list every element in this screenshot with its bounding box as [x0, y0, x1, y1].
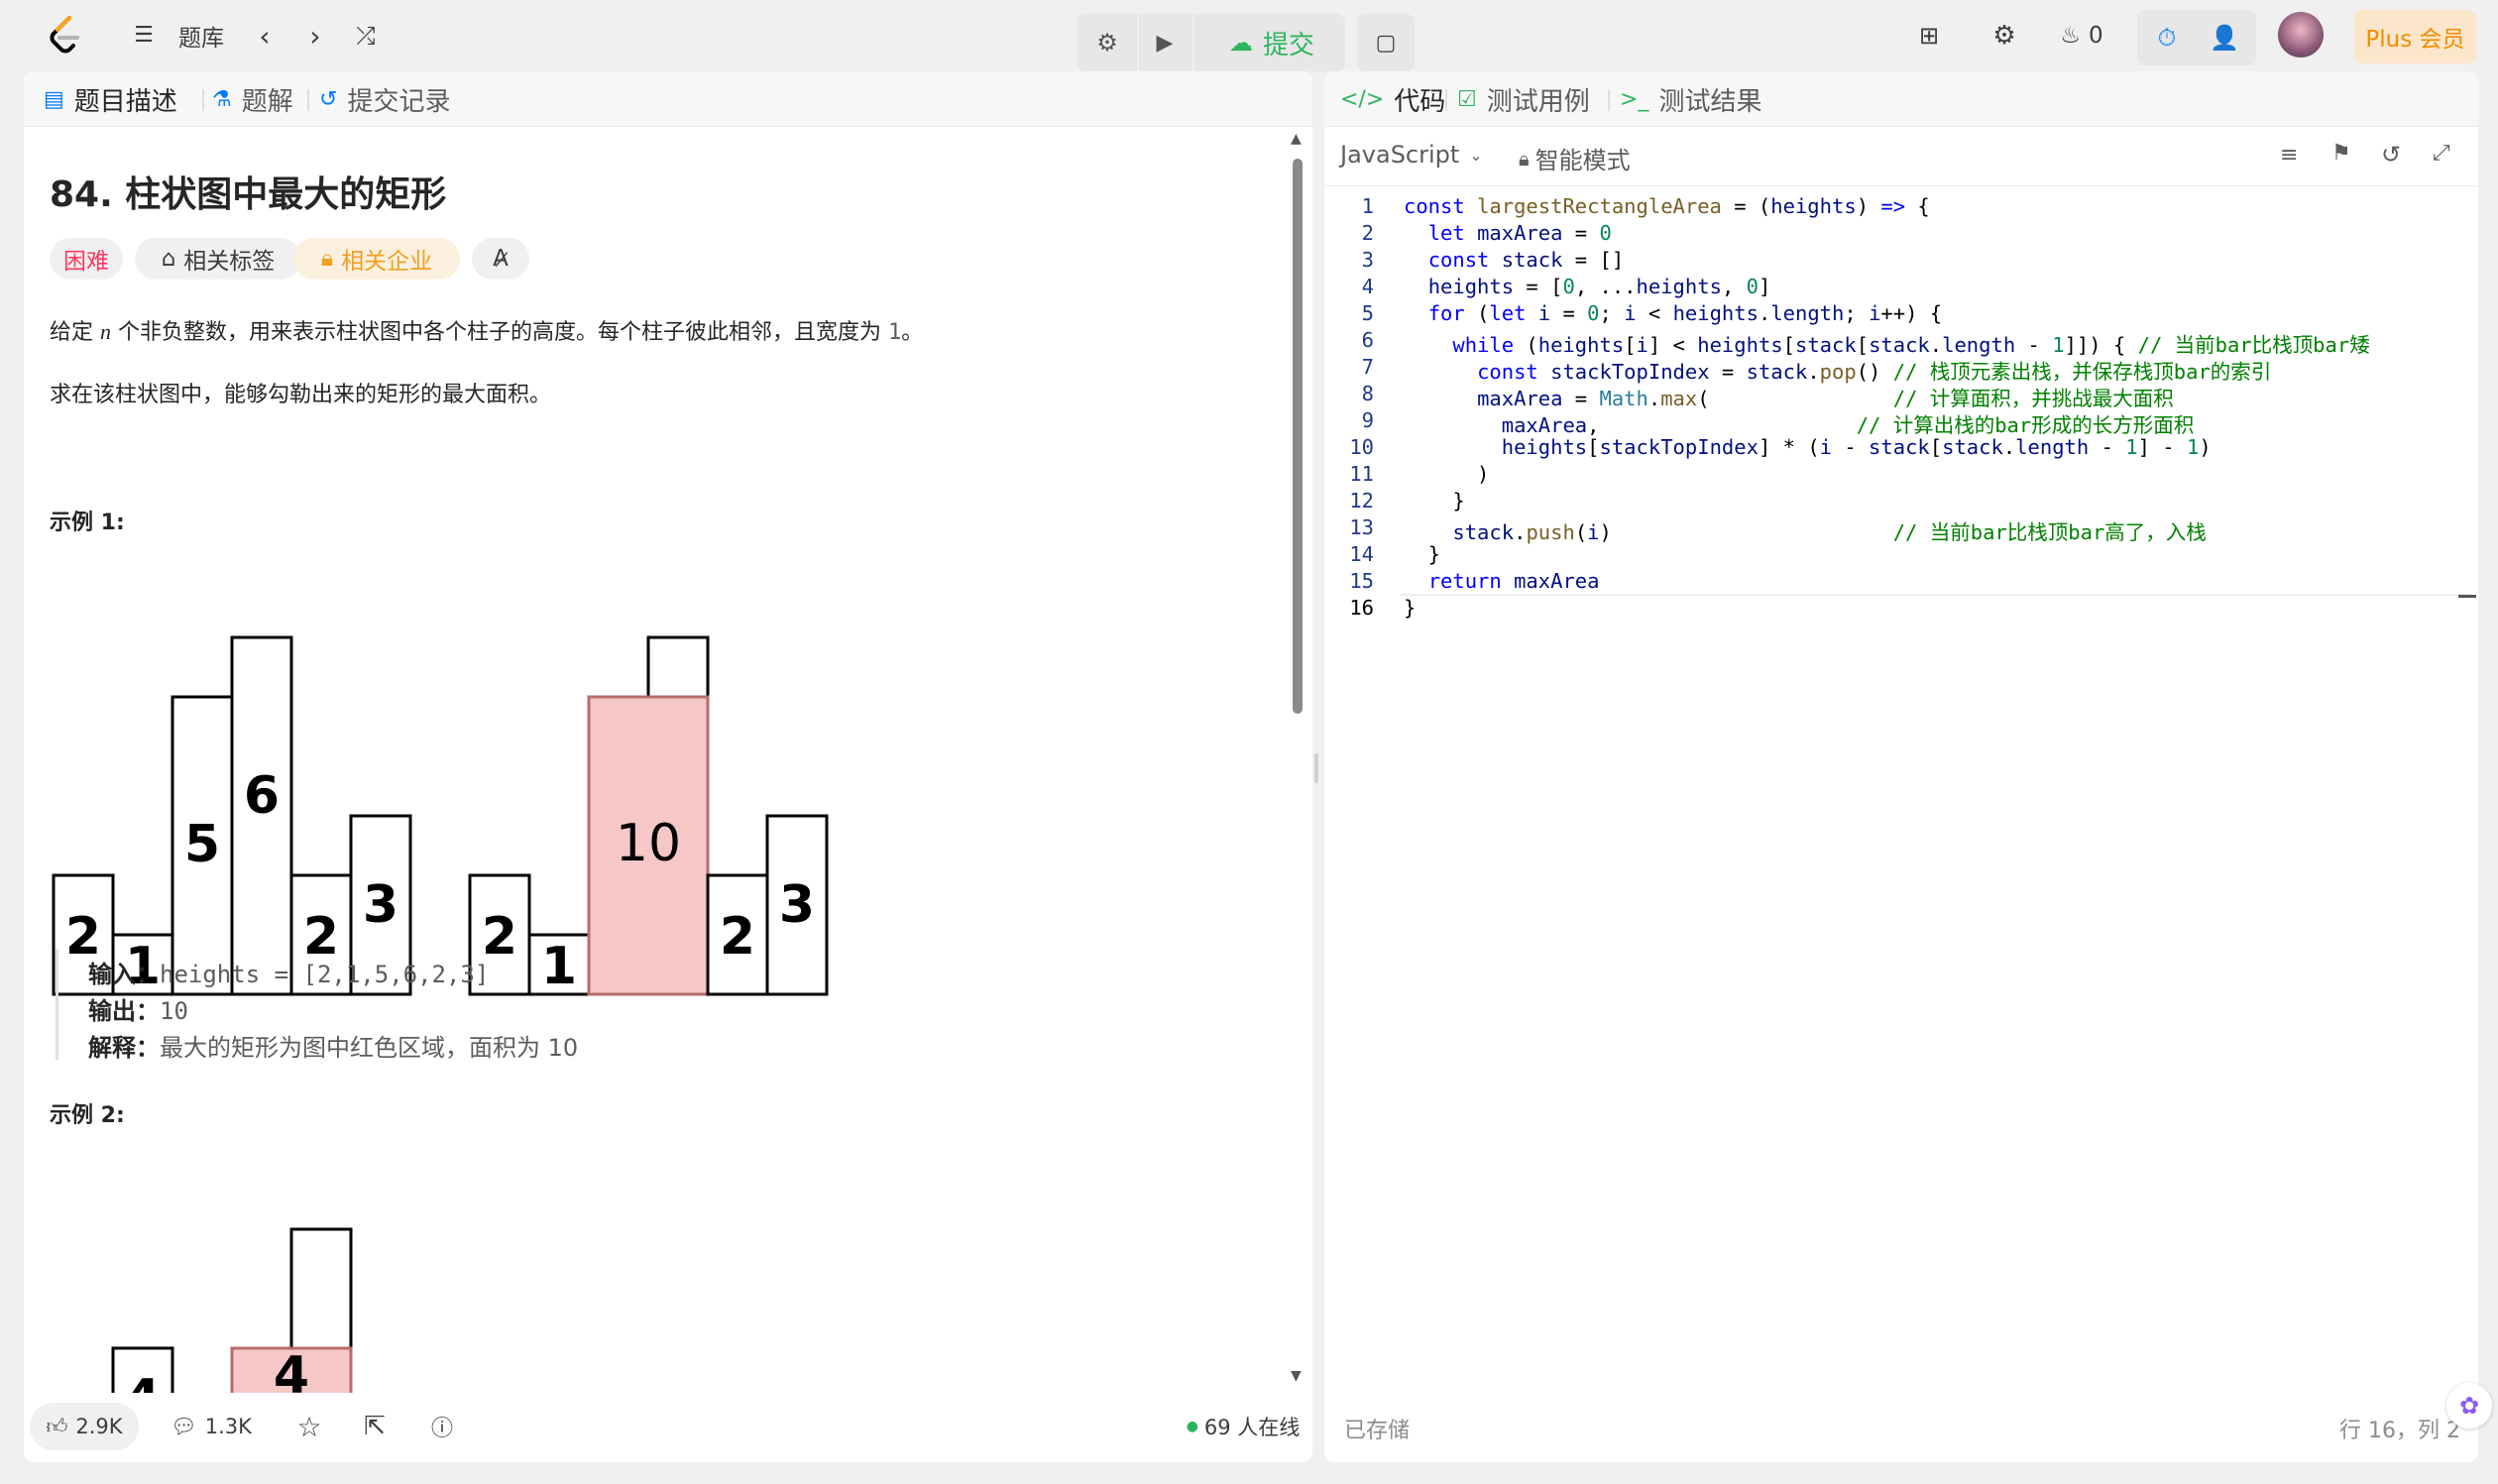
online-dot-icon: ● — [1186, 1419, 1198, 1434]
example-2-title: 示例 2: — [50, 1103, 125, 1128]
like-button[interactable]: 👍︎ 2.9K — [30, 1403, 139, 1450]
thumbs-up-icon: 👍︎ — [46, 1415, 68, 1438]
lock-icon: 🔒︎ — [1519, 146, 1530, 171]
histogram-left — [52, 635, 412, 996]
smart-mode-toggle[interactable]: 🔒︎ 智能模式 — [1519, 141, 1631, 175]
shuffle-icon[interactable]: ⤮ — [348, 18, 384, 54]
note-icon: ▢ — [1375, 30, 1397, 56]
flask-icon: ⚗ — [212, 86, 232, 112]
ai-assistant-icon[interactable]: ✿ — [2446, 1383, 2492, 1428]
svg-text:3: 3 — [779, 875, 815, 935]
description-paragraph-2: 求在该柱状图中，能够勾勒出来的矩形的最大面积。 — [50, 383, 552, 407]
code-panel: </> 代码 ☑ 测试用例 >_ 测试结果 JavaScript ⌄ 🔒︎ 智能… — [1324, 71, 2478, 1462]
bookmark-icon[interactable]: ⚑ — [2331, 141, 2351, 166]
difficulty-badge: 困难 — [50, 238, 123, 280]
tab-solutions[interactable]: ⚗ 题解 — [212, 71, 293, 127]
left-tabbar: ▤ 题目描述 ⚗ 题解 ↺ 提交记录 — [24, 71, 1312, 127]
related-companies-chip[interactable]: 🔒︎ 相关企业 — [293, 238, 460, 280]
favorite-button[interactable]: ☆ — [285, 1403, 333, 1450]
help-button[interactable]: ⓘ — [418, 1403, 466, 1450]
svg-text:3: 3 — [363, 875, 398, 935]
panel-splitter[interactable] — [1314, 753, 1318, 783]
next-problem-icon[interactable]: › — [300, 18, 330, 54]
layout-icon[interactable]: ⊞ — [1911, 18, 1947, 54]
debug-icon[interactable]: ⚙ — [1089, 25, 1125, 60]
code-icon: </> — [1340, 86, 1385, 112]
help-icon: ⓘ — [430, 1417, 453, 1441]
share-button[interactable]: ⇱ — [351, 1403, 398, 1450]
tab-submissions[interactable]: ↺ 提交记录 — [319, 71, 450, 127]
run-submit-group: ⚙ ▶ ☁ 提交 — [1078, 14, 1345, 71]
reset-icon[interactable]: ↺ — [2381, 141, 2401, 169]
related-tags-chip[interactable]: ⌂ 相关标签 — [135, 238, 301, 280]
comments-button[interactable]: 💬︎ 1.3K — [157, 1403, 266, 1450]
scroll-up-arrow[interactable]: ▲ — [1291, 131, 1302, 147]
scroll-down-arrow[interactable]: ▼ — [1291, 1368, 1302, 1384]
add-friend-icon[interactable]: 👤 — [2207, 20, 2242, 56]
streak-flame-icon[interactable]: ♨ 0 — [2052, 18, 2111, 54]
right-tabbar: </> 代码 ☑ 测试用例 >_ 测试结果 — [1324, 71, 2478, 127]
svg-text:10: 10 — [616, 814, 681, 873]
problem-bank-link[interactable]: 题库 — [178, 18, 224, 54]
left-bottom-bar: 👍︎ 2.9K 💬︎ 1.3K ☆ ⇱ ⓘ ● 69 人在线 — [24, 1393, 1312, 1462]
comment-icon: 💬︎ — [170, 1414, 197, 1438]
example-1-title: 示例 1: — [50, 511, 125, 535]
star-icon: ☆ — [296, 1410, 322, 1443]
example-1-explanation: 解释：最大的矩形为图中红色区域，面积为 10 — [88, 1034, 579, 1062]
problem-panel: ▤ 题目描述 ⚗ 题解 ↺ 提交记录 84. 柱状图中最大的矩形 困难 ⌂ 相关标… — [24, 71, 1312, 1462]
description-icon: ▤ — [44, 86, 64, 112]
chevron-down-icon: ⌄ — [1469, 145, 1483, 165]
translate-icon: A̷ — [493, 246, 509, 272]
minimap-marker — [2458, 595, 2476, 598]
example-1-output: 输出：10 — [88, 997, 188, 1025]
example-2-figure: 44 — [54, 1227, 353, 1398]
cursor-position: 行 16，列 2 — [2339, 1419, 2458, 1443]
online-count: ● 69 人在线 — [1186, 1416, 1301, 1439]
cloud-upload-icon: ☁ — [1228, 29, 1253, 57]
svg-text:6: 6 — [244, 766, 280, 826]
avatar[interactable] — [2278, 12, 2324, 57]
streak-count: 0 — [2088, 23, 2103, 49]
example-1-figure: 2 15623 2 11023 — [52, 635, 829, 996]
plus-member-button[interactable]: Plus 会员 — [2354, 10, 2476, 63]
submit-button[interactable]: ☁ 提交 — [1204, 20, 1339, 65]
example-1-input: 输入：heights = [2,1,5,6,2,3] — [88, 961, 490, 988]
svg-text:5: 5 — [184, 815, 220, 874]
current-line-highlight — [1400, 594, 2470, 596]
timer-icon[interactable]: ⏱ — [2149, 20, 2185, 56]
tab-testcase[interactable]: ☑ 测试用例 — [1457, 71, 1590, 127]
format-icon[interactable]: ≡ — [2280, 143, 2298, 168]
saved-status: 已存储 — [1344, 1419, 1411, 1443]
svg-text:4: 4 — [274, 1346, 309, 1398]
prev-problem-icon[interactable]: ‹ — [250, 18, 280, 54]
tab-test-result[interactable]: >_ 测试结果 — [1620, 71, 1761, 127]
history-icon: ↺ — [319, 86, 338, 112]
description-paragraph-1: 给定 n 个非负整数，用来表示柱状图中各个柱子的高度。每个柱子彼此相邻，且宽度为… — [50, 319, 924, 345]
problem-list-icon[interactable]: ☰ — [129, 20, 159, 50]
editor-toolbar: JavaScript ⌄ 🔒︎ 智能模式 ≡ ⚑ ↺ ⤢ — [1324, 127, 2478, 186]
checkbox-icon: ☑ — [1457, 86, 1477, 112]
translate-chip[interactable]: A̷ — [472, 238, 529, 280]
timer-group: ⏱ 👤 — [2137, 10, 2256, 65]
problem-title: 84. 柱状图中最大的矩形 — [50, 174, 447, 215]
tab-description[interactable]: ▤ 题目描述 — [44, 71, 177, 127]
example-1-block: 输入：heights = [2,1,5,6,2,3] 输出：10 解释：最大的矩… — [56, 949, 749, 1062]
left-scrollbar[interactable] — [1293, 159, 1303, 714]
top-bar: ☰ 题库 ‹ › ⤮ ⚙ ▶ ☁ 提交 ▢ ⊞ ⚙ ♨ 0 ⏱ 👤 Plus 会员 — [0, 0, 2498, 71]
tag-icon: ⌂ — [161, 246, 176, 272]
share-icon: ⇱ — [364, 1412, 386, 1441]
note-button[interactable]: ▢ — [1357, 14, 1415, 71]
tab-code[interactable]: </> 代码 — [1340, 71, 1445, 127]
fullscreen-icon[interactable]: ⤢ — [2433, 141, 2450, 166]
submit-label: 提交 — [1262, 30, 1314, 60]
leetcode-logo[interactable] — [44, 14, 87, 57]
run-button[interactable]: ▶ — [1147, 25, 1183, 60]
lock-icon: 🔒︎ — [320, 246, 334, 272]
settings-icon[interactable]: ⚙ — [1987, 18, 2022, 54]
terminal-icon: >_ — [1620, 86, 1649, 112]
language-select[interactable]: JavaScript ⌄ — [1340, 141, 1483, 169]
